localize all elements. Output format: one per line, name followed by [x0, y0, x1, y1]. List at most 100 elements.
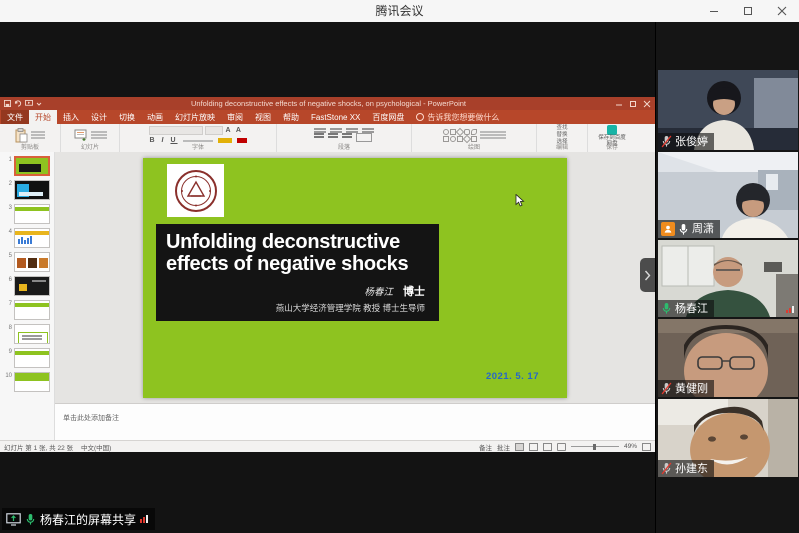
slide-thumb-1[interactable]: 1: [3, 156, 54, 176]
window-controls: [697, 0, 799, 22]
comments-toggle[interactable]: 批注: [497, 442, 510, 452]
tab-design[interactable]: 设计: [85, 110, 113, 124]
fit-to-window-button[interactable]: [642, 443, 651, 451]
slide-thumb-2[interactable]: 2: [3, 180, 54, 200]
layout-reset-section-buttons[interactable]: [91, 131, 107, 139]
slide-thumb-10[interactable]: 10: [3, 372, 54, 392]
sidebar-collapse-tab[interactable]: [640, 258, 655, 292]
save-icon: [4, 100, 11, 107]
participant-tile-1[interactable]: 张俊婷: [658, 70, 798, 150]
mic-speaking-icon: [661, 302, 672, 315]
language-status[interactable]: 中文(中国): [81, 442, 111, 452]
tab-slideshow[interactable]: 幻灯片放映: [169, 110, 221, 124]
font-size-combo[interactable]: [205, 126, 223, 135]
participant-name: 周潇: [692, 223, 714, 235]
tab-baidu-netdisk[interactable]: 百度网盘: [366, 110, 410, 124]
notes-pane[interactable]: 单击此处添加备注: [55, 403, 655, 441]
slide-thumb-8[interactable]: 8: [3, 324, 54, 344]
arrange-quickstyles-buttons[interactable]: [480, 131, 506, 139]
grow-shrink-font-buttons[interactable]: A A: [225, 127, 243, 134]
slide-affiliation: 燕山大学经济管理学院 教授 博士生导师: [166, 302, 429, 314]
clipboard-small-buttons[interactable]: [31, 131, 45, 139]
zoom-slider[interactable]: [571, 446, 619, 447]
italic-button[interactable]: I: [162, 137, 166, 144]
current-slide: Unfolding deconstructive effects of nega…: [143, 158, 567, 398]
tab-file[interactable]: 文件: [1, 110, 29, 124]
tab-faststone[interactable]: FastStone XX: [305, 110, 366, 124]
maximize-button[interactable]: [731, 0, 765, 22]
slide-title: Unfolding deconstructive effects of nega…: [166, 231, 429, 276]
alignment-buttons[interactable]: [314, 133, 372, 142]
find-button[interactable]: 查找: [556, 125, 567, 131]
meeting-main: Unfolding deconstructive effects of nega…: [0, 22, 799, 533]
mic-on-icon: [678, 223, 689, 236]
slide-thumb-5[interactable]: 5: [3, 252, 54, 272]
close-button[interactable]: [765, 0, 799, 22]
participant-tile-2[interactable]: 周潇: [658, 152, 798, 238]
slides-group: 幻灯片: [61, 124, 120, 152]
slide-thumb-3[interactable]: 3: [3, 204, 54, 224]
tell-me-search[interactable]: 告诉我您想要做什么: [410, 110, 505, 124]
undo-button[interactable]: [14, 100, 22, 107]
slide-date: 2021. 5. 17: [486, 371, 539, 382]
paste-icon[interactable]: [15, 128, 28, 143]
banner-signal-icon: [140, 515, 148, 523]
slide-thumb-9[interactable]: 9: [3, 348, 54, 368]
notes-placeholder: 单击此处添加备注: [63, 415, 119, 422]
start-slideshow-button[interactable]: [25, 100, 33, 107]
participant-tile-5[interactable]: 孙建东: [658, 399, 798, 477]
paragraph-group: 段落: [277, 124, 412, 152]
ppt-status-bar: 幻灯片 第 1 张, 共 22 张 中文(中国) 备注 批注 49%: [0, 440, 655, 452]
participant-4-nameplate: 黄健刚: [658, 380, 714, 397]
tab-home[interactable]: 开始: [29, 110, 57, 124]
participant-name: 杨春江: [675, 303, 708, 315]
tab-insert[interactable]: 插入: [57, 110, 85, 124]
reading-view-button[interactable]: [543, 443, 552, 451]
search-icon: [416, 113, 424, 121]
notes-toggle[interactable]: 备注: [479, 442, 492, 452]
slideshow-view-button[interactable]: [557, 443, 566, 451]
shapes-gallery[interactable]: [443, 129, 477, 142]
tencent-meeting-window: 腾讯会议: [0, 0, 799, 533]
screen-share-icon: [6, 513, 21, 526]
font-group: A A B I U 字体: [120, 124, 277, 152]
minimize-button[interactable]: [697, 0, 731, 22]
slide-thumb-7[interactable]: 7: [3, 300, 54, 320]
ppt-minimize-icon[interactable]: [615, 100, 623, 108]
highlight-color-button[interactable]: [218, 138, 232, 143]
tab-animations[interactable]: 动画: [141, 110, 169, 124]
tab-review[interactable]: 审阅: [221, 110, 249, 124]
slide-canvas[interactable]: Unfolding deconstructive effects of nega…: [55, 152, 655, 403]
zoom-percent[interactable]: 49%: [624, 443, 637, 450]
tab-transitions[interactable]: 切换: [113, 110, 141, 124]
font-effects-buttons[interactable]: [183, 140, 213, 142]
ppt-restore-icon[interactable]: [629, 100, 637, 108]
author-name: 杨春江: [364, 287, 393, 298]
new-slide-icon[interactable]: [74, 128, 88, 142]
replace-button[interactable]: 替换: [556, 132, 567, 138]
tab-help[interactable]: 帮助: [277, 110, 305, 124]
normal-view-button[interactable]: [515, 443, 524, 451]
slide-stage: Unfolding deconstructive effects of nega…: [55, 152, 655, 441]
slide-sorter-view-button[interactable]: [529, 443, 538, 451]
maximize-icon: [743, 6, 753, 16]
tab-view[interactable]: 视图: [249, 110, 277, 124]
bullets-numbering-buttons[interactable]: [314, 128, 374, 130]
bold-button[interactable]: B: [149, 137, 156, 144]
participant-tile-4[interactable]: 黄健刚: [658, 319, 798, 397]
slide-thumb-4[interactable]: 4: [3, 228, 54, 248]
slide-title-block: Unfolding deconstructive effects of nega…: [156, 224, 439, 321]
ppt-close-icon[interactable]: [643, 100, 651, 108]
mic-muted-icon: [661, 462, 672, 475]
font-color-button[interactable]: [237, 138, 247, 143]
font-name-combo[interactable]: [149, 126, 203, 135]
participant-tile-3[interactable]: 杨春江: [658, 240, 798, 317]
save-to-baidu-button[interactable]: 保存到百度网盘: [598, 125, 626, 147]
font-group-label: 字体: [120, 145, 276, 152]
save-button[interactable]: [4, 100, 11, 107]
underline-button[interactable]: U: [170, 137, 177, 144]
ppt-titlebar: Unfolding deconstructive effects of nega…: [0, 97, 655, 110]
slide-thumb-6[interactable]: 6: [3, 276, 54, 296]
drawing-group-label: 绘图: [412, 145, 536, 152]
close-icon: [777, 6, 787, 16]
